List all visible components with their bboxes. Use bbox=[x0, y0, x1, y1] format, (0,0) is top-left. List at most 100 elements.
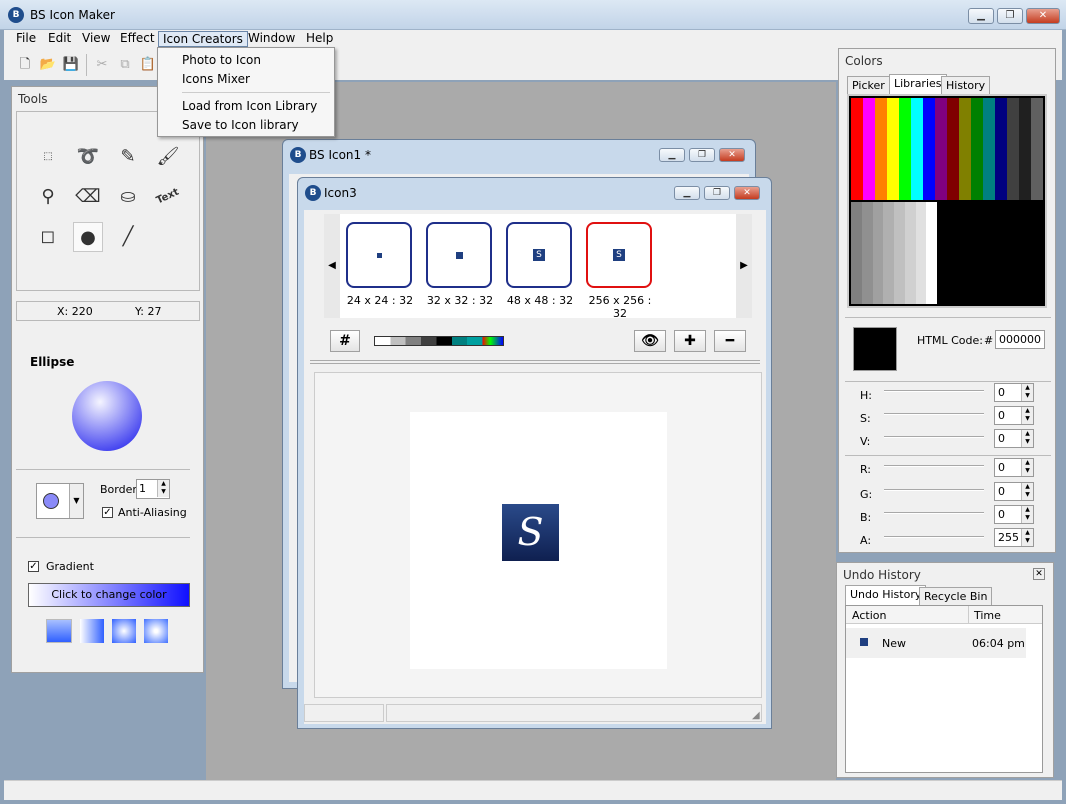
add-format-button[interactable]: ✚ bbox=[674, 330, 706, 352]
pencil-icon[interactable]: ✎ bbox=[113, 142, 143, 172]
change-color-button[interactable]: Click to change color bbox=[28, 583, 190, 607]
palette-swatch[interactable] bbox=[872, 202, 884, 304]
maximize-button[interactable]: ❐ bbox=[997, 8, 1023, 24]
s-spinner[interactable]: 0 ▲ ▼ bbox=[994, 406, 1034, 425]
border-spinner[interactable]: 1 ▲ ▼ bbox=[136, 479, 170, 499]
palette-swatch[interactable] bbox=[947, 98, 959, 200]
cut-icon[interactable]: ✂ bbox=[91, 54, 113, 76]
tab-picker[interactable]: Picker bbox=[847, 76, 890, 94]
icon-canvas[interactable]: S bbox=[410, 412, 667, 669]
preview-eye-icon[interactable]: 👁 bbox=[634, 330, 666, 352]
lasso-icon[interactable]: ➰ bbox=[73, 142, 103, 172]
palette-swatch[interactable] bbox=[1031, 98, 1043, 200]
palette-swatch[interactable] bbox=[959, 98, 971, 200]
spin-arrows-icon[interactable]: ▲ ▼ bbox=[1021, 384, 1033, 401]
remove-format-button[interactable]: ━ bbox=[714, 330, 746, 352]
menu-file[interactable]: File bbox=[12, 31, 40, 47]
palette-swatch[interactable] bbox=[1019, 98, 1031, 200]
save-disk-icon[interactable]: 💾 bbox=[60, 54, 82, 76]
menu-item-save-library[interactable]: Save to Icon library bbox=[182, 118, 299, 132]
spin-arrows-icon[interactable]: ▲ ▼ bbox=[1021, 430, 1033, 447]
menu-item-icons-mixer[interactable]: Icons Mixer bbox=[182, 72, 250, 86]
g-spinner[interactable]: 0 ▲ ▼ bbox=[994, 482, 1034, 501]
palette-swatch[interactable] bbox=[1007, 98, 1019, 200]
palette-swatch[interactable] bbox=[915, 202, 927, 304]
icon3-window[interactable]: B Icon3 ▁ ❐ ✕ ◀ ▶ 24 x 24 : 32 32 x 32 :… bbox=[297, 177, 772, 729]
col-action[interactable]: Action bbox=[852, 609, 886, 622]
palette-swatch[interactable] bbox=[887, 98, 899, 200]
menu-effect[interactable]: Effect bbox=[116, 31, 159, 47]
palette-swatch[interactable] bbox=[861, 202, 873, 304]
bsicon1-close-button[interactable]: ✕ bbox=[719, 148, 745, 162]
palette-swatch[interactable] bbox=[875, 98, 887, 200]
current-color-swatch[interactable] bbox=[853, 327, 897, 371]
b-slider[interactable] bbox=[884, 512, 984, 514]
table-row[interactable]: New 06:04 pm bbox=[846, 628, 1026, 658]
menu-window[interactable]: Window bbox=[244, 31, 299, 47]
text-tool[interactable]: Text bbox=[148, 177, 188, 217]
bsicon1-maximize-button[interactable]: ❐ bbox=[689, 148, 715, 162]
gradient-linear-icon[interactable] bbox=[46, 619, 72, 643]
paste-icon[interactable]: 📋 bbox=[137, 54, 159, 76]
close-icon[interactable]: ✕ bbox=[1033, 568, 1045, 580]
format-thumb-48[interactable]: S bbox=[506, 222, 572, 288]
palette-swatch[interactable] bbox=[995, 98, 1007, 200]
tab-history[interactable]: History bbox=[941, 76, 991, 94]
palette-swatch[interactable] bbox=[883, 202, 894, 304]
a-slider[interactable] bbox=[884, 536, 984, 538]
r-spinner[interactable]: 0 ▲ ▼ bbox=[994, 458, 1034, 477]
palette-swatch[interactable] bbox=[923, 98, 935, 200]
spin-arrows-icon[interactable]: ▲ ▼ bbox=[1021, 407, 1033, 424]
a-spinner[interactable]: 255 ▲ ▼ bbox=[994, 528, 1034, 547]
fill-style-dropdown[interactable]: ▼ bbox=[36, 483, 84, 519]
ellipse-shape-icon[interactable]: ● bbox=[73, 222, 103, 252]
format-thumb-256[interactable]: S bbox=[586, 222, 652, 288]
brush-icon[interactable]: 🖌 bbox=[153, 142, 183, 172]
spin-arrows-icon[interactable]: ▲ ▼ bbox=[1021, 529, 1033, 546]
palette-swatch[interactable] bbox=[971, 98, 983, 200]
icon3-close-button[interactable]: ✕ bbox=[734, 186, 760, 200]
format-thumb-32[interactable] bbox=[426, 222, 492, 288]
rectangle-shape-icon[interactable]: ◻ bbox=[33, 222, 63, 252]
anti-aliasing-checkbox[interactable]: ✓ bbox=[102, 507, 113, 518]
icon3-maximize-button[interactable]: ❐ bbox=[704, 186, 730, 200]
new-file-icon[interactable]: 🗋 bbox=[14, 54, 36, 76]
r-slider[interactable] bbox=[884, 465, 984, 467]
s-slider[interactable] bbox=[884, 413, 984, 415]
palette-swatch[interactable] bbox=[926, 202, 937, 304]
background-color-strip[interactable] bbox=[374, 336, 504, 346]
menu-icon-creators[interactable]: Icon Creators bbox=[158, 31, 248, 47]
menu-item-load-library[interactable]: Load from Icon Library bbox=[182, 99, 317, 113]
gradient-square-icon[interactable] bbox=[144, 619, 168, 643]
menu-view[interactable]: View bbox=[78, 31, 114, 47]
g-slider[interactable] bbox=[884, 489, 984, 491]
resize-grip-icon[interactable]: ◢ bbox=[752, 710, 760, 721]
gradient-checkbox[interactable]: ✓ bbox=[28, 561, 39, 572]
palette-swatch[interactable] bbox=[911, 98, 923, 200]
gradient-horizontal-icon[interactable] bbox=[80, 619, 104, 643]
format-thumb-24[interactable] bbox=[346, 222, 412, 288]
minimize-button[interactable]: ▁ bbox=[968, 8, 994, 24]
fill-bucket-icon[interactable]: ⛀ bbox=[113, 182, 143, 212]
col-time[interactable]: Time bbox=[974, 609, 1001, 622]
palette-swatch[interactable] bbox=[851, 98, 863, 200]
gradient-radial-icon[interactable] bbox=[112, 619, 136, 643]
palette-swatch[interactable] bbox=[851, 202, 862, 304]
spin-arrows-icon[interactable]: ▲ ▼ bbox=[157, 480, 169, 497]
spin-arrows-icon[interactable]: ▲ ▼ bbox=[1021, 506, 1033, 523]
spin-arrows-icon[interactable]: ▲ ▼ bbox=[1021, 459, 1033, 476]
b-spinner[interactable]: 0 ▲ ▼ bbox=[994, 505, 1034, 524]
scroll-left-icon[interactable]: ◀ bbox=[324, 214, 340, 318]
scroll-right-icon[interactable]: ▶ bbox=[736, 214, 752, 318]
palette-swatch[interactable] bbox=[894, 202, 905, 304]
html-code-input[interactable]: 000000 bbox=[995, 330, 1045, 349]
h-slider[interactable] bbox=[884, 390, 984, 392]
menu-edit[interactable]: Edit bbox=[44, 31, 75, 47]
copy-icon[interactable]: ⧉ bbox=[114, 54, 136, 76]
palette-swatch[interactable] bbox=[899, 98, 911, 200]
eraser-icon[interactable]: ⌫ bbox=[73, 182, 103, 212]
menu-item-photo-to-icon[interactable]: Photo to Icon bbox=[182, 53, 261, 67]
open-folder-icon[interactable]: 📂 bbox=[37, 54, 59, 76]
spin-arrows-icon[interactable]: ▲ ▼ bbox=[1021, 483, 1033, 500]
tab-libraries[interactable]: Libraries bbox=[889, 74, 947, 94]
